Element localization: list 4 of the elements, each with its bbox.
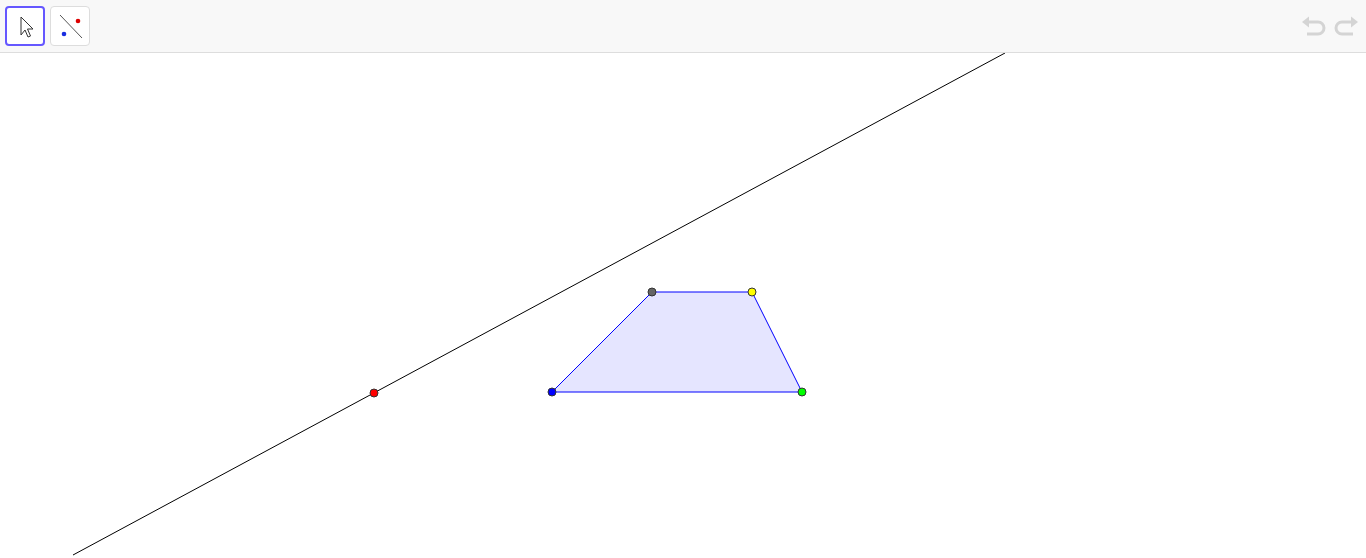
- move-tool-button[interactable]: [5, 6, 45, 46]
- undo-icon: [1300, 14, 1328, 38]
- redo-icon: [1332, 14, 1360, 38]
- line-tool-button[interactable]: [50, 6, 90, 46]
